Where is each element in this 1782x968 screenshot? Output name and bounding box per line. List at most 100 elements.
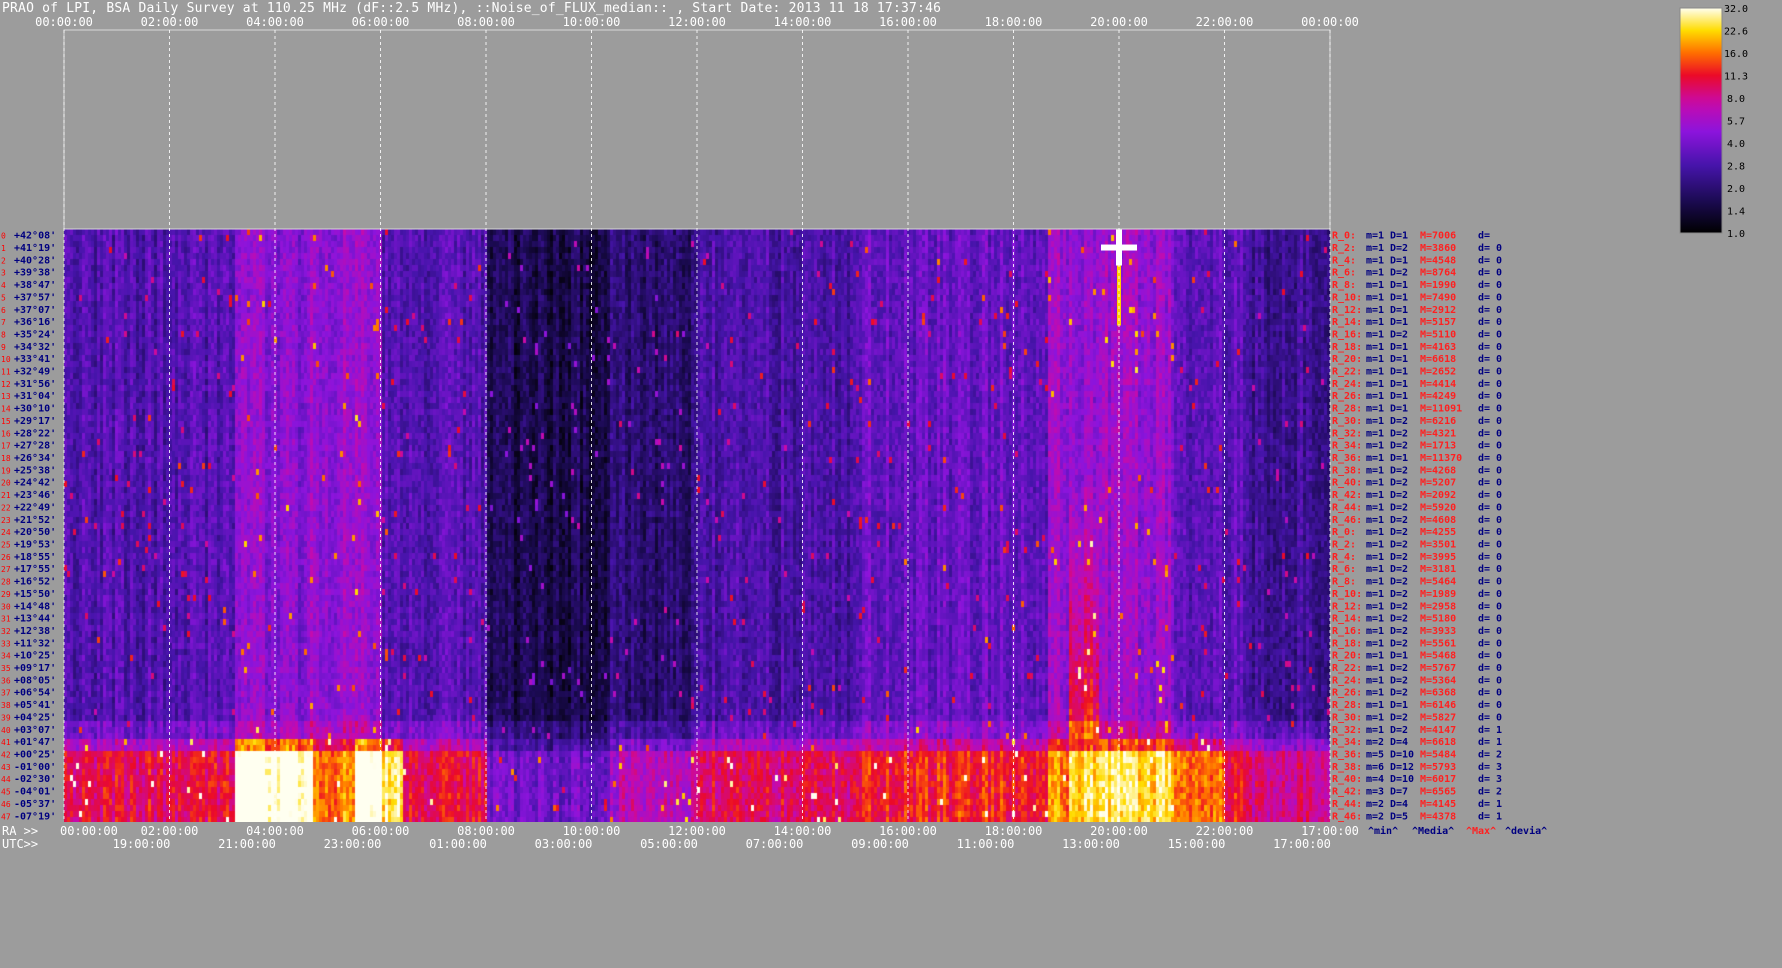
row-stat-id: R_24: [1332, 675, 1362, 686]
row-stat-deviation: d= 0 [1478, 255, 1502, 266]
row-stat-max: M=4414 [1420, 379, 1456, 390]
colorbar-tick: 1.0 [1727, 229, 1745, 240]
row-index: 44 [1, 775, 11, 784]
colorbar-tick: 2.8 [1727, 162, 1745, 173]
row-stat-median: D=2 [1390, 725, 1408, 736]
row-index: 25 [1, 540, 11, 549]
row-stat-deviation: d= 0 [1478, 564, 1502, 575]
row-stat-deviation: d= 0 [1478, 539, 1502, 550]
ra-axis-tick: 00:00:00 [60, 824, 118, 838]
row-stat-max: M=4608 [1420, 515, 1456, 526]
row-stat-deviation: d= 0 [1478, 428, 1502, 439]
row-stat-median: D=2 [1390, 465, 1408, 476]
row-statistics: R_0: m=1 D=1 M=7006 d= R_2: m=1 D=2 M=3860 d= 0 R_… [1332, 231, 1502, 823]
row-index: 28 [1, 578, 11, 587]
row-stat-id: R_18: [1332, 638, 1362, 649]
declination-label: +29°17' [14, 416, 56, 427]
row-stat-id: R_0: [1332, 231, 1356, 242]
colorbar-tick: 4.0 [1727, 139, 1745, 150]
ra-axis-tick: 18:00:00 [985, 824, 1043, 838]
row-stat-deviation: d= 0 [1478, 527, 1502, 538]
declination-label: +06°54' [14, 688, 56, 699]
row-stat-max: M=3995 [1420, 552, 1456, 563]
row-stat-id: R_40: [1332, 774, 1362, 785]
row-stat-deviation: d= 0 [1478, 305, 1502, 316]
row-stat-id: R_12: [1332, 305, 1362, 316]
top-axis-tick: 22:00:00 [1196, 15, 1254, 29]
row-stat-max: M=1989 [1420, 589, 1456, 600]
row-stat-deviation: d= 0 [1478, 688, 1502, 699]
row-stat-min: m=1 [1366, 577, 1384, 588]
row-stat-max: M=5207 [1420, 478, 1456, 489]
row-index: 27 [1, 565, 11, 574]
row-stat-deviation: d= 0 [1478, 638, 1502, 649]
row-stat-deviation: d= 0 [1478, 329, 1502, 340]
row-index: 20 [1, 479, 11, 488]
row-index: 38 [1, 701, 11, 710]
row-stat-median: D=5 [1390, 811, 1408, 822]
top-axis-tick: 16:00:00 [879, 15, 937, 29]
row-stat-id: R_4: [1332, 255, 1356, 266]
row-stat-id: R_4: [1332, 552, 1356, 563]
row-stat-max: M=11091 [1420, 404, 1462, 415]
row-stat-max: M=4145 [1420, 799, 1456, 810]
row-stat-median: D=4 [1390, 799, 1408, 810]
row-stat-median: D=4 [1390, 737, 1408, 748]
row-index: 41 [1, 738, 11, 747]
utc-axis-tick: 05:00:00 [640, 837, 698, 851]
row-stat-max: M=5793 [1420, 762, 1456, 773]
row-stat-id: R_2: [1332, 243, 1356, 254]
declination-label: +36°16' [14, 317, 56, 328]
row-stat-median: D=2 [1390, 243, 1408, 254]
row-stat-min: m=1 [1366, 663, 1384, 674]
row-stat-median: D=1 [1390, 317, 1408, 328]
row-stat-min: m=1 [1366, 638, 1384, 649]
colorbar-tick: 8.0 [1727, 94, 1745, 105]
row-stat-deviation: d= 0 [1478, 577, 1502, 588]
row-stat-id: R_22: [1332, 663, 1362, 674]
row-index: 43 [1, 763, 11, 772]
row-stat-deviation: d= 0 [1478, 391, 1502, 402]
ra-axis-tick: 04:00:00 [246, 824, 304, 838]
declination-labels: 0 +42°08' 1 +41°19' 2 +40°28' 3 +39°38' 4 +38°47'… [1, 231, 56, 823]
row-index: 15 [1, 417, 11, 426]
declination-label: +05°41' [14, 700, 56, 711]
declination-label: +22°49' [14, 502, 56, 513]
row-stat-min: m=1 [1366, 428, 1384, 439]
row-stat-median: D=2 [1390, 502, 1408, 513]
row-stat-id: R_26: [1332, 391, 1362, 402]
row-stat-max: M=5767 [1420, 663, 1456, 674]
top-axis-tick: 10:00:00 [563, 15, 621, 29]
declination-label: +04°25' [14, 712, 56, 723]
row-stat-median: D=7 [1390, 787, 1408, 798]
row-stat-median: D=2 [1390, 564, 1408, 575]
row-stat-max: M=4268 [1420, 465, 1456, 476]
row-stat-id: R_42: [1332, 787, 1362, 798]
row-index: 46 [1, 800, 11, 809]
declination-label: +09°17' [14, 663, 56, 674]
declination-label: +39°38' [14, 268, 56, 279]
row-stat-deviation: d= 0 [1478, 379, 1502, 390]
declination-label: +17°55' [14, 564, 56, 575]
row-stat-max: M=1713 [1420, 441, 1456, 452]
row-stat-min: m=3 [1366, 787, 1384, 798]
declination-label: -05°37' [14, 799, 56, 810]
row-stat-min: m=1 [1366, 589, 1384, 600]
row-stat-id: R_32: [1332, 725, 1362, 736]
row-stat-min: m=1 [1366, 280, 1384, 291]
row-stat-median: D=1 [1390, 391, 1408, 402]
row-stat-max: M=5484 [1420, 750, 1456, 761]
colorbar-scale [1679, 7, 1723, 234]
row-index: 40 [1, 726, 11, 735]
utc-axis-tick: 09:00:00 [851, 837, 909, 851]
top-axis-tick: 04:00:00 [246, 15, 304, 29]
row-stat-deviation: d= 0 [1478, 243, 1502, 254]
row-stat-id: R_20: [1332, 354, 1362, 365]
row-stat-min: m=1 [1366, 243, 1384, 254]
row-stat-min: m=1 [1366, 404, 1384, 415]
declination-label: +31°56' [14, 379, 56, 390]
row-stat-max: M=5464 [1420, 577, 1456, 588]
declination-label: +11°32' [14, 638, 56, 649]
row-stat-max: M=5364 [1420, 675, 1456, 686]
bottom-axes: RA >> 00:00:00 02:00:00 04:00:00 06:00:00 08:… [2, 824, 1359, 851]
